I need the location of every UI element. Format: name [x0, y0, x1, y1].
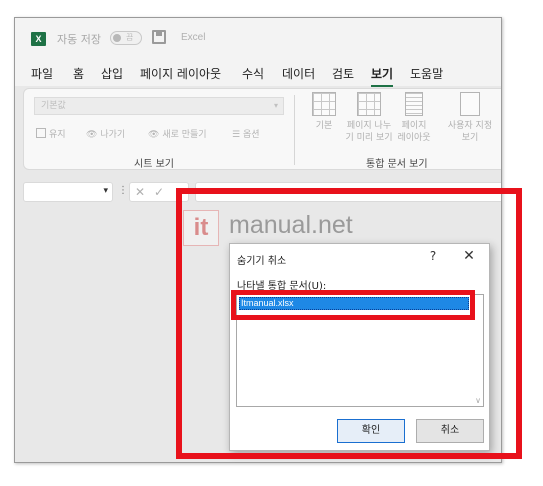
name-box[interactable]: ▾ [23, 182, 113, 202]
tab-formulas[interactable]: 수식 [242, 65, 264, 82]
autosave-state: 끔 [126, 33, 134, 42]
ribbon: 기본값 ▾ 유지 👁 나가기 👁 새로 만들기 ☰ 옵션 시트 보기 기본 페이… [23, 88, 501, 170]
highlight-box-dialog [176, 188, 522, 459]
custom-views-label: 사용자 지정 보기 [447, 121, 493, 143]
tab-page-layout[interactable]: 페이지 레이아웃 [140, 65, 221, 82]
chevron-down-icon: ▾ [273, 101, 278, 110]
options-label: 옵션 [242, 130, 260, 140]
eye-plus-icon: 👁 [148, 130, 160, 140]
tab-data[interactable]: 데이터 [282, 65, 315, 82]
new-label: 새로 만들기 [162, 130, 207, 140]
page-layout-label: 페이지 레이아웃 [397, 121, 431, 143]
autosave-toggle[interactable]: 끔 [110, 31, 142, 45]
sheet-view-select-value: 기본값 [41, 101, 66, 111]
exit-label: 나가기 [100, 130, 126, 140]
tab-file[interactable]: 파일 [31, 65, 53, 82]
list-icon: ☰ [232, 130, 241, 140]
sheet-view-new-button[interactable]: 👁 새로 만들기 [148, 127, 207, 140]
save-icon [36, 128, 46, 138]
custom-views-icon [460, 92, 480, 116]
sheet-view-exit-button[interactable]: 👁 나가기 [86, 127, 125, 140]
custom-views-button[interactable]: 사용자 지정 보기 [442, 92, 498, 144]
workbook-view-group-label: 통합 문서 보기 [366, 159, 428, 170]
tab-insert[interactable]: 삽입 [101, 65, 123, 82]
page-break-preview-icon [357, 92, 381, 116]
title-bar: X 자동 저장 끔 Excel [15, 18, 501, 58]
tab-view[interactable]: 보기 [371, 65, 394, 87]
excel-logo-icon: X [31, 32, 46, 46]
tab-help[interactable]: 도움말 [410, 65, 443, 82]
page-layout-icon [405, 92, 423, 116]
page-layout-view-button[interactable]: 페이지 레이아웃 [386, 92, 442, 144]
formula-bar-grip[interactable]: ⋮ [118, 185, 128, 196]
enter-icon[interactable]: ✓ [154, 185, 164, 199]
chevron-down-icon: ▾ [103, 186, 108, 196]
eye-icon: 👁 [86, 130, 98, 140]
sheet-view-keep-button[interactable]: 유지 [36, 127, 66, 140]
menu-bar: 파일 홈 삽입 페이지 레이아웃 수식 데이터 검토 보기 도움말 [15, 58, 501, 87]
sheet-view-group-label: 시트 보기 [134, 159, 174, 170]
normal-view-icon [312, 92, 336, 116]
toggle-knob [113, 34, 121, 42]
cancel-icon[interactable]: ✕ [135, 185, 145, 199]
highlight-box-list-item [231, 290, 475, 320]
keep-label: 유지 [49, 130, 66, 140]
save-icon[interactable] [152, 30, 166, 44]
sheet-view-select[interactable]: 기본값 ▾ [34, 97, 284, 115]
ribbon-divider [294, 95, 295, 165]
autosave-label: 자동 저장 [57, 33, 101, 46]
app-name: Excel [181, 32, 206, 43]
sheet-view-options-button[interactable]: ☰ 옵션 [232, 127, 260, 140]
tab-review[interactable]: 검토 [332, 65, 354, 82]
tab-home[interactable]: 홈 [73, 65, 84, 82]
